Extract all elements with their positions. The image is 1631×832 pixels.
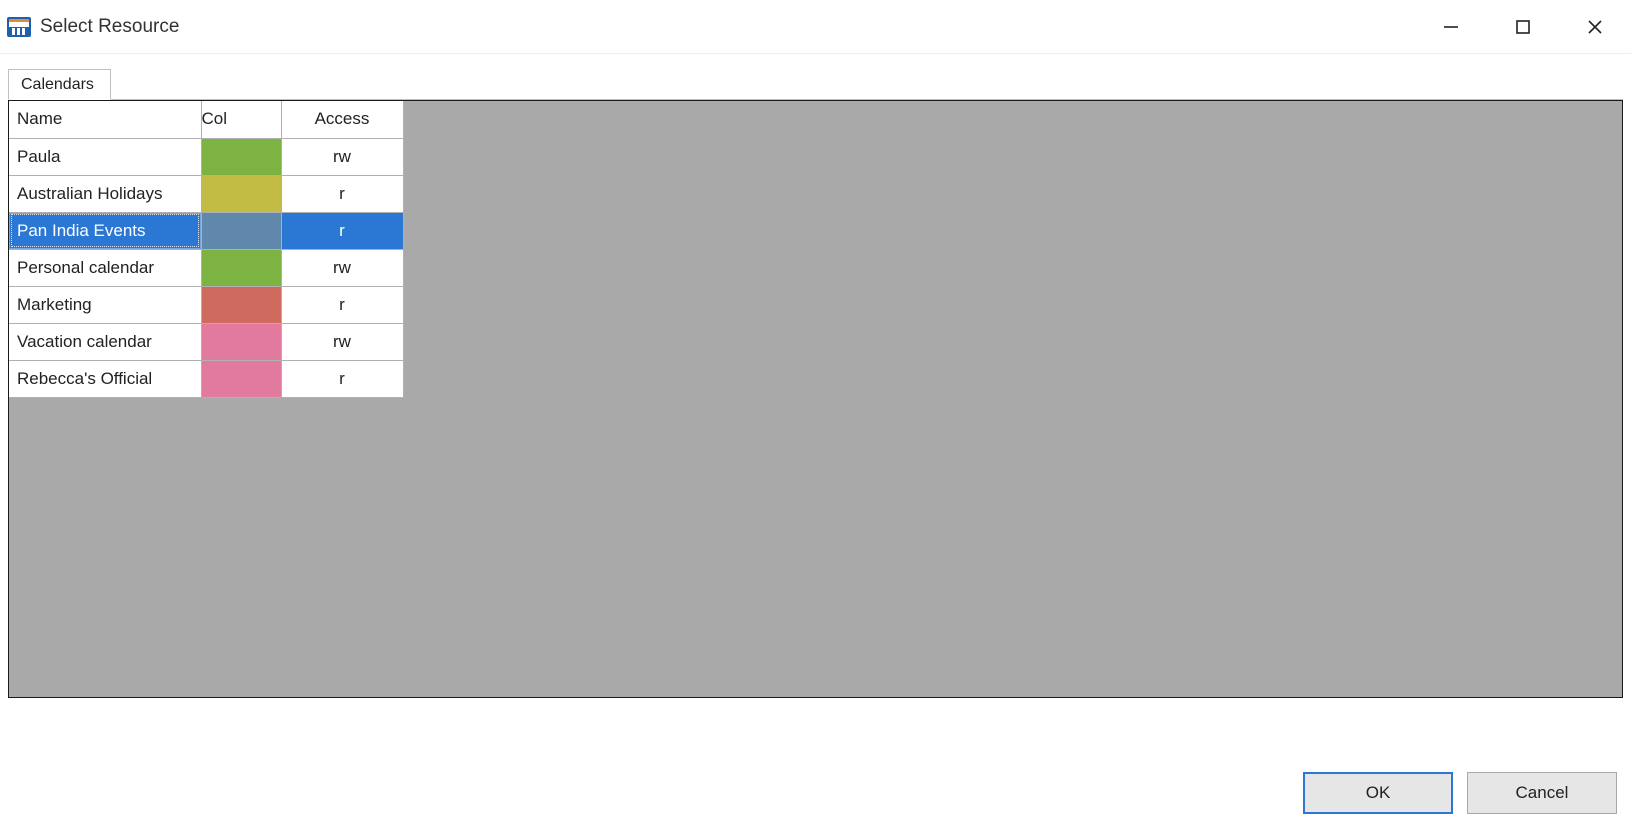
tab-calendars[interactable]: Calendars xyxy=(8,69,111,100)
table-row[interactable]: Pan India Events r xyxy=(9,212,403,249)
cell-color[interactable] xyxy=(201,138,281,175)
maximize-icon xyxy=(1515,19,1531,35)
cell-color[interactable] xyxy=(201,212,281,249)
cell-color[interactable] xyxy=(201,175,281,212)
cell-name[interactable]: Marketing xyxy=(9,286,201,323)
table-row[interactable]: Personal calendar rw xyxy=(9,249,403,286)
tabstrip: Calendars xyxy=(8,66,1623,100)
header-access[interactable]: Access xyxy=(281,101,403,138)
table-row[interactable]: Rebecca's Official r xyxy=(9,360,403,397)
table-row[interactable]: Paula rw xyxy=(9,138,403,175)
cell-name[interactable]: Paula xyxy=(9,138,201,175)
table-row[interactable]: Vacation calendar rw xyxy=(9,323,403,360)
color-swatch xyxy=(202,287,281,323)
cell-access[interactable]: r xyxy=(281,286,403,323)
minimize-button[interactable] xyxy=(1415,0,1487,54)
maximize-button[interactable] xyxy=(1487,0,1559,54)
cell-color[interactable] xyxy=(201,323,281,360)
cell-name[interactable]: Personal calendar xyxy=(9,249,201,286)
header-col[interactable]: Col xyxy=(201,101,281,138)
cell-access[interactable]: r xyxy=(281,175,403,212)
cell-name[interactable]: Rebecca's Official xyxy=(9,360,201,397)
table-row[interactable]: Marketing r xyxy=(9,286,403,323)
content-panel: Name Col Access PaularwAustralian Holida… xyxy=(8,100,1623,698)
header-name[interactable]: Name xyxy=(9,101,201,138)
cell-access[interactable]: r xyxy=(281,360,403,397)
cancel-button[interactable]: Cancel xyxy=(1467,772,1617,814)
ok-button[interactable]: OK xyxy=(1303,772,1453,814)
cell-access[interactable]: rw xyxy=(281,249,403,286)
table-header-row: Name Col Access xyxy=(9,101,403,138)
cell-access[interactable]: rw xyxy=(281,138,403,175)
window-title: Select Resource xyxy=(40,16,179,38)
cell-color[interactable] xyxy=(201,249,281,286)
table-row[interactable]: Australian Holidays r xyxy=(9,175,403,212)
dialog-footer: OK Cancel xyxy=(1303,772,1617,814)
cell-name[interactable]: Vacation calendar xyxy=(9,323,201,360)
close-button[interactable] xyxy=(1559,0,1631,54)
color-swatch xyxy=(202,139,281,175)
color-swatch xyxy=(202,176,281,212)
cell-access[interactable]: rw xyxy=(281,323,403,360)
color-swatch xyxy=(202,213,281,249)
titlebar: Select Resource xyxy=(0,0,1631,54)
minimize-icon xyxy=(1442,18,1460,36)
resource-table[interactable]: Name Col Access PaularwAustralian Holida… xyxy=(9,101,404,398)
app-icon xyxy=(6,14,32,40)
close-icon xyxy=(1586,18,1604,36)
color-swatch xyxy=(202,250,281,286)
cell-color[interactable] xyxy=(201,286,281,323)
cell-color[interactable] xyxy=(201,360,281,397)
cell-name[interactable]: Australian Holidays xyxy=(9,175,201,212)
color-swatch xyxy=(202,324,281,360)
color-swatch xyxy=(202,361,281,397)
cell-name[interactable]: Pan India Events xyxy=(9,212,201,249)
cell-access[interactable]: r xyxy=(281,212,403,249)
